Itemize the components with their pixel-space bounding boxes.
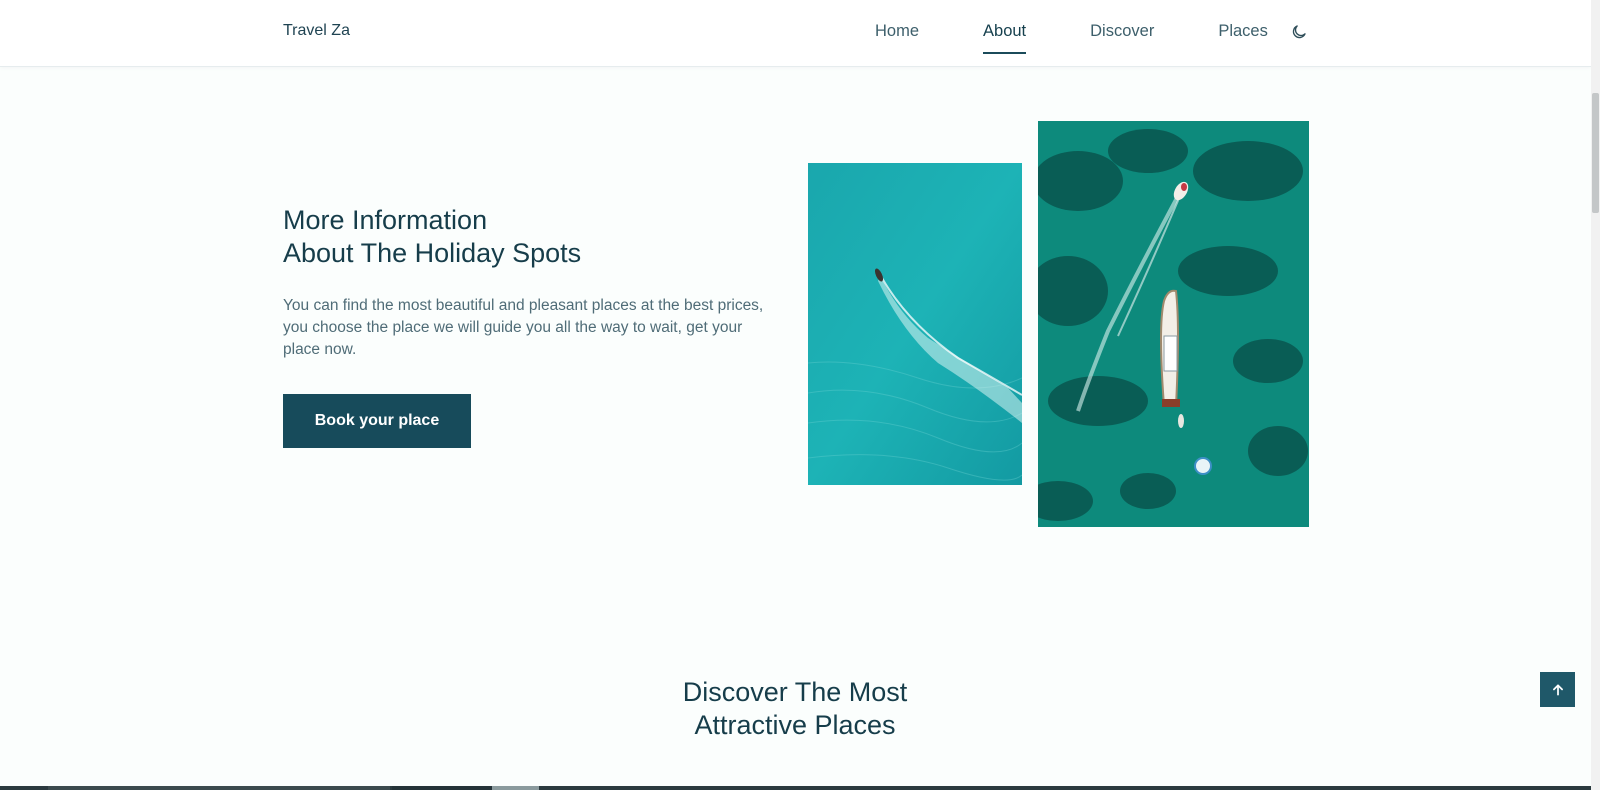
moon-icon[interactable] [1290,23,1308,41]
arrow-up-icon [1552,683,1563,696]
about-title: More Information About The Holiday Spots [283,204,581,270]
scroll-up-button[interactable] [1540,672,1575,707]
yacht-aerial-image [1038,121,1309,527]
about-title-line1: More Information [283,205,488,235]
about-description: You can find the most beautiful and plea… [283,297,764,358]
book-place-button[interactable]: Book your place [283,394,471,448]
about-title-line2: About The Holiday Spots [283,238,582,268]
discover-title-line1: Discover The Most [682,677,908,707]
nav-places[interactable]: Places [1218,22,1268,41]
header: Travel Za Home About Discover Places [0,0,1591,67]
scrollbar[interactable] [1591,0,1600,790]
discover-title: Discover The Most Attractive Places [600,676,990,742]
boat-wake-turquoise-image [808,163,1022,485]
brand-logo[interactable]: Travel Za [283,22,350,40]
scrollbar-thumb[interactable] [1592,93,1599,213]
discover-title-line2: Attractive Places [694,710,896,740]
nav-about[interactable]: About [983,22,1027,54]
next-section-edge [0,786,1591,790]
nav-discover[interactable]: Discover [1090,22,1154,41]
main-nav: Home About Discover Places [875,22,1268,54]
nav-home[interactable]: Home [875,22,919,41]
